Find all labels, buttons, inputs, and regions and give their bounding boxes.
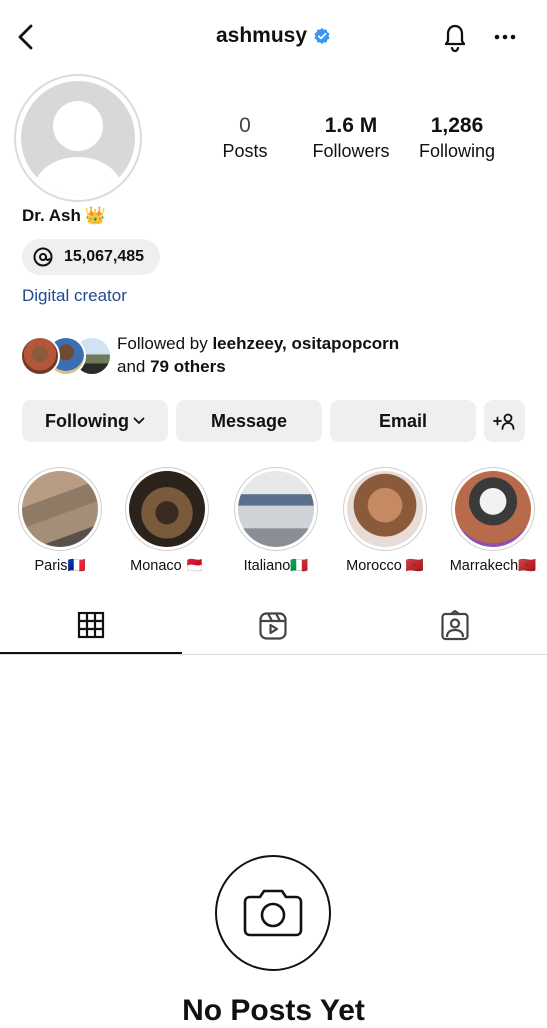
profile-avatar[interactable] — [14, 74, 142, 202]
display-name: Dr. Ash 👑 — [22, 206, 106, 226]
followed-by-text[interactable]: Followed by leehzeey, ositapopcorn and 7… — [117, 332, 399, 378]
threads-badge[interactable]: 15,067,485 — [22, 239, 161, 275]
highlight-ring — [234, 467, 318, 551]
verified-badge-icon — [314, 27, 330, 45]
following-count: 1,286 — [430, 114, 484, 137]
default-avatar-icon — [21, 81, 135, 195]
email-button[interactable]: Email — [330, 400, 476, 442]
reels-icon — [259, 612, 287, 640]
highlight-ring — [125, 467, 209, 551]
highlight-label: Monaco 🇲🇨 — [130, 558, 204, 574]
highlight-monaco[interactable]: Monaco 🇲🇨 — [123, 467, 211, 574]
mutual-names: leehzeey, ositapopcorn — [212, 334, 400, 353]
highlight-marrakech[interactable]: Marrakech🇲🇦 — [449, 467, 537, 574]
following-button-label: Following — [45, 410, 129, 431]
display-name-text: Dr. Ash — [22, 206, 81, 225]
highlight-label: Marrakech🇲🇦 — [449, 558, 537, 574]
add-person-icon — [492, 413, 514, 430]
followers-label: Followers — [312, 141, 390, 161]
content-tabs — [0, 598, 547, 655]
empty-state-title: No Posts Yet — [182, 994, 365, 1027]
highlight-cover — [129, 471, 205, 547]
username: ashmusy — [215, 24, 308, 47]
tagged-icon — [441, 610, 469, 641]
highlight-paris[interactable]: Paris🇫🇷 — [16, 467, 104, 574]
highlight-label: Paris🇫🇷 — [34, 558, 86, 574]
highlight-ring — [18, 467, 102, 551]
highlight-label: Italiano🇮🇹 — [243, 558, 309, 574]
highlight-label: Morocco 🇲🇦 — [346, 558, 424, 574]
tab-posts-grid[interactable] — [0, 598, 182, 654]
tab-reels[interactable] — [182, 598, 364, 654]
highlight-cover — [22, 471, 98, 547]
more-options-button[interactable] — [492, 27, 518, 47]
camera-icon — [243, 889, 303, 937]
highlight-cover — [238, 471, 314, 547]
bell-icon — [444, 24, 466, 53]
more-icon — [494, 34, 516, 40]
highlight-italiano[interactable]: Italiano🇮🇹 — [232, 467, 320, 574]
followers-count: 1.6 M — [324, 114, 378, 137]
highlight-morocco[interactable]: Morocco 🇲🇦 — [341, 467, 429, 574]
mutual-others-count: 79 others — [150, 357, 226, 376]
highlight-ring — [451, 467, 535, 551]
empty-camera-circle — [215, 855, 331, 971]
followers-stat[interactable]: 1.6 M Followers — [303, 113, 399, 163]
mutual-followers-avatars[interactable] — [20, 336, 112, 376]
profile-category[interactable]: Digital creator — [22, 286, 127, 306]
followed-by-and: and — [117, 357, 151, 376]
email-button-label: Email — [378, 410, 428, 431]
following-stat[interactable]: 1,286 Following — [410, 113, 504, 163]
suggested-users-button[interactable] — [484, 400, 525, 442]
message-button-label: Message — [210, 410, 288, 431]
notifications-button[interactable] — [440, 20, 470, 54]
posts-stat: 0 Posts — [205, 113, 285, 163]
highlight-cover — [347, 471, 423, 547]
crown-emoji: 👑 — [84, 206, 107, 225]
mutual-avatar — [20, 336, 60, 376]
followed-by-prefix: Followed by — [117, 334, 213, 353]
posts-count: 0 — [239, 114, 251, 137]
highlight-cover — [455, 471, 531, 547]
following-button[interactable]: Following — [22, 400, 168, 442]
threads-icon — [33, 247, 53, 267]
highlight-ring — [343, 467, 427, 551]
following-label: Following — [418, 141, 496, 161]
tab-tagged[interactable] — [364, 598, 546, 654]
threads-count: 15,067,485 — [64, 248, 145, 265]
grid-icon — [77, 611, 105, 639]
chevron-down-icon — [133, 417, 145, 424]
message-button[interactable]: Message — [176, 400, 322, 442]
posts-label: Posts — [222, 141, 268, 161]
